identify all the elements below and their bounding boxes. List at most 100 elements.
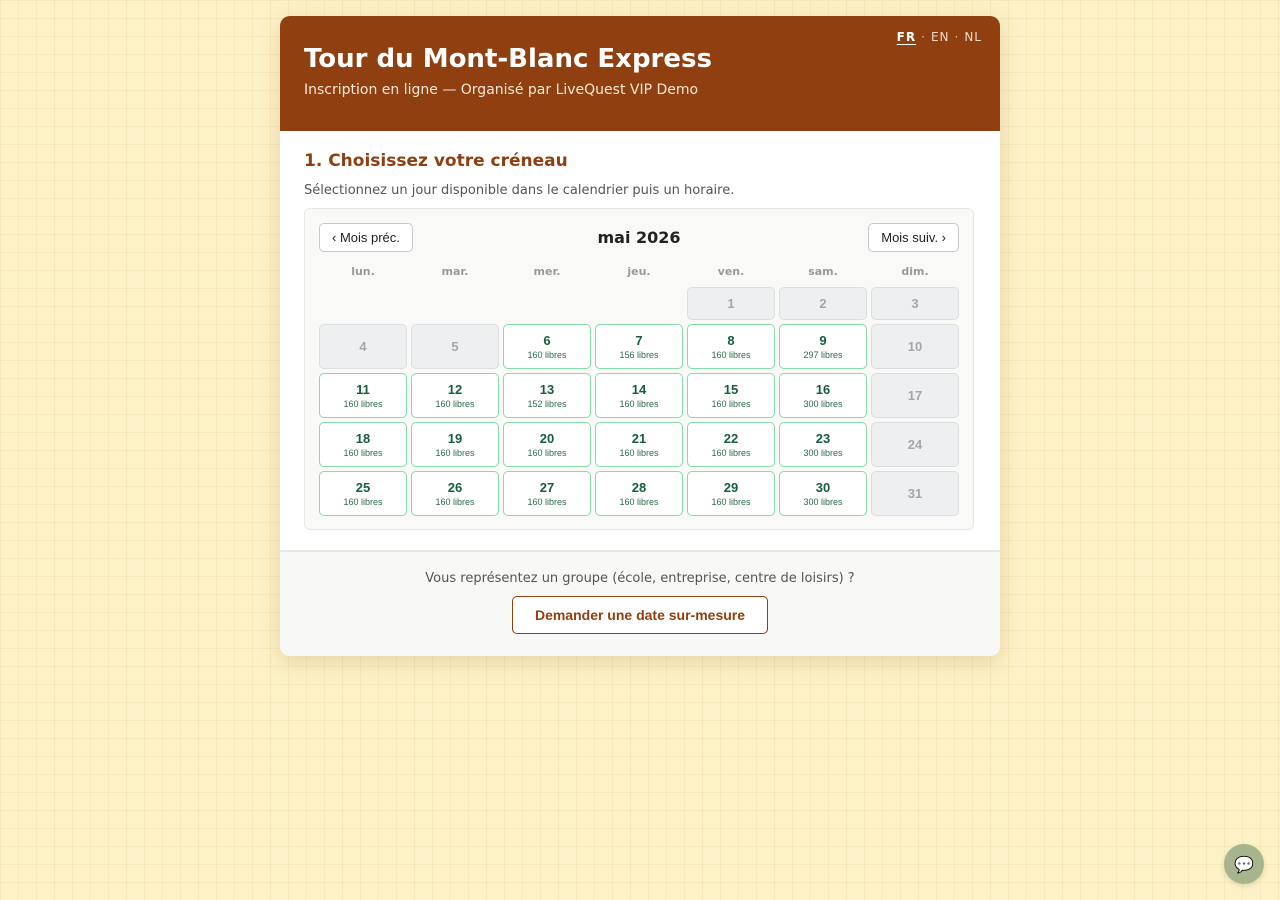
day-number: 22 [723, 431, 739, 446]
calendar-day-available[interactable]: 27 160 libres [503, 471, 591, 516]
weekday-label: dim. [901, 265, 929, 278]
day-number: 26 [447, 480, 463, 495]
chat-bubble-icon: 💬 [1234, 854, 1254, 874]
calendar-grid: 1 2 3 4 5 6 160 libres 7 156 libres 8 160 libres 9 2… [319, 287, 961, 516]
calendar-day-unavailable: 31 [871, 471, 959, 516]
custom-date-button[interactable]: Demander une date sur-mesure [511, 596, 769, 634]
seats-available: 160 libres [711, 448, 751, 458]
seats-available: 160 libres [619, 497, 659, 507]
seats-available: 160 libres [711, 399, 751, 409]
day-number: 21 [631, 431, 647, 446]
day-number: 19 [447, 431, 463, 446]
calendar-day-available[interactable]: 23 300 libres [779, 422, 867, 467]
calendar-day-available[interactable]: 6 160 libres [503, 324, 591, 369]
chat-button[interactable]: 💬 [1224, 844, 1264, 884]
calendar-day-available[interactable]: 20 160 libres [503, 422, 591, 467]
seats-available: 160 libres [527, 448, 567, 458]
calendar-day-available[interactable]: 15 160 libres [687, 373, 775, 418]
calendar-day-available[interactable]: 28 160 libres [595, 471, 683, 516]
calendar-day-available[interactable]: 18 160 libres [319, 422, 407, 467]
seats-available: 300 libres [803, 448, 843, 458]
calendar-day-available[interactable]: 22 160 libres [687, 422, 775, 467]
calendar-day-unavailable: 4 [319, 324, 407, 369]
day-number: 10 [907, 339, 923, 354]
calendar-day-available[interactable]: 7 156 libres [595, 324, 683, 369]
calendar-day-available[interactable]: 12 160 libres [411, 373, 499, 418]
page-title: Tour du Mont-Blanc Express [304, 44, 712, 74]
day-number: 23 [815, 431, 831, 446]
day-number: 18 [355, 431, 371, 446]
day-number: 15 [723, 382, 739, 397]
calendar-day-available[interactable]: 16 300 libres [779, 373, 867, 418]
day-number: 11 [356, 382, 370, 397]
calendar-blank-cell [411, 287, 499, 320]
calendar-day-available[interactable]: 19 160 libres [411, 422, 499, 467]
calendar-day-unavailable: 10 [871, 324, 959, 369]
day-number: 25 [355, 480, 371, 495]
seats-available: 160 libres [435, 448, 475, 458]
day-number: 24 [907, 437, 923, 452]
header: FR · EN · NL Tour du Mont-Blanc Express … [280, 16, 1000, 131]
calendar-day-unavailable: 2 [779, 287, 867, 320]
seats-available: 297 libres [803, 350, 843, 360]
calendar-day-available[interactable]: 14 160 libres [595, 373, 683, 418]
calendar-day-available[interactable]: 26 160 libres [411, 471, 499, 516]
day-number: 12 [447, 382, 463, 397]
page-subtitle: Inscription en ligne — Organisé par Live… [304, 82, 699, 98]
calendar-day-available[interactable]: 8 160 libres [687, 324, 775, 369]
calendar-day-unavailable: 3 [871, 287, 959, 320]
calendar-blank-cell [319, 287, 407, 320]
language-switcher: FR · EN · NL [897, 30, 982, 44]
calendar-day-available[interactable]: 25 160 libres [319, 471, 407, 516]
day-number: 13 [539, 382, 555, 397]
day-number: 28 [631, 480, 647, 495]
calendar-day-available[interactable]: 29 160 libres [687, 471, 775, 516]
calendar-blank-cell [595, 287, 683, 320]
weekday-label: jeu. [627, 265, 651, 278]
calendar-blank-cell [503, 287, 591, 320]
calendar-day-unavailable: 5 [411, 324, 499, 369]
day-number: 6 [543, 333, 551, 348]
seats-available: 160 libres [527, 497, 567, 507]
calendar-day-available[interactable]: 13 152 libres [503, 373, 591, 418]
day-number: 16 [815, 382, 831, 397]
seats-available: 156 libres [619, 350, 659, 360]
seats-available: 160 libres [711, 497, 751, 507]
booking-step: 1. Choisissez votre créneau Sélectionnez… [280, 131, 1000, 530]
day-number: 31 [907, 486, 923, 501]
seats-available: 160 libres [527, 350, 567, 360]
calendar-day-available[interactable]: 9 297 libres [779, 324, 867, 369]
day-number: 30 [815, 480, 831, 495]
lang-fr[interactable]: FR [897, 30, 916, 44]
lang-nl[interactable]: NL [964, 30, 982, 44]
seats-available: 160 libres [711, 350, 751, 360]
lang-separator: · [921, 30, 926, 44]
seats-available: 160 libres [343, 497, 383, 507]
step-title: 1. Choisissez votre créneau [304, 151, 568, 171]
calendar-day-available[interactable]: 30 300 libres [779, 471, 867, 516]
day-number: 9 [819, 333, 827, 348]
day-number: 27 [539, 480, 555, 495]
day-number: 14 [631, 382, 647, 397]
calendar-day-available[interactable]: 21 160 libres [595, 422, 683, 467]
day-number: 29 [723, 480, 739, 495]
day-number: 5 [451, 339, 459, 354]
group-request-section: Vous représentez un groupe (école, entre… [280, 550, 1000, 656]
step-description: Sélectionnez un jour disponible dans le … [304, 183, 735, 198]
registration-card: FR · EN · NL Tour du Mont-Blanc Express … [280, 16, 1000, 656]
weekday-label: ven. [717, 265, 745, 278]
seats-available: 160 libres [619, 399, 659, 409]
day-number: 17 [907, 388, 923, 403]
calendar-day-unavailable: 24 [871, 422, 959, 467]
seats-available: 160 libres [435, 399, 475, 409]
lang-separator: · [954, 30, 960, 44]
day-number: 7 [635, 333, 643, 348]
calendar: ‹ Mois préc. mai 2026 Mois suiv. › lun. m… [304, 208, 974, 530]
next-month-button[interactable]: Mois suiv. › [868, 223, 959, 252]
seats-available: 160 libres [343, 399, 383, 409]
day-number: 1 [727, 296, 735, 311]
lang-en[interactable]: EN [931, 30, 950, 44]
day-number: 20 [539, 431, 555, 446]
calendar-day-available[interactable]: 11 160 libres [319, 373, 407, 418]
seats-available: 300 libres [803, 399, 843, 409]
